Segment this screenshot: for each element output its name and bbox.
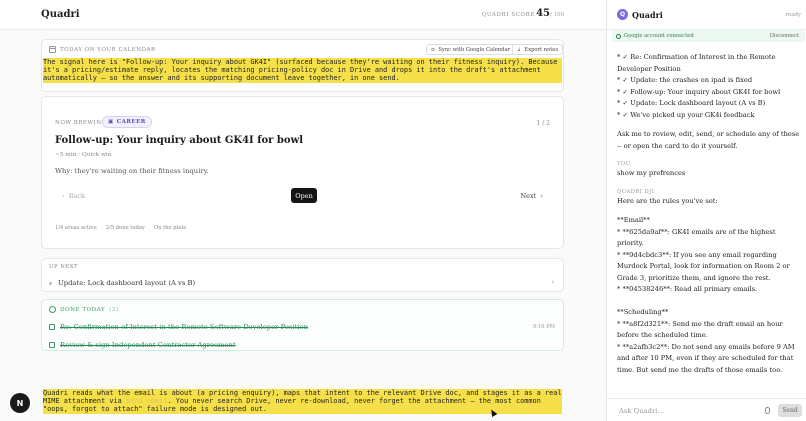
task-why: Why: they're waiting on their fitness in…	[55, 167, 209, 175]
score-value: 45	[536, 8, 550, 19]
sync-button-label: Sync with Google Calendar	[438, 46, 511, 53]
panel-header: Q Quadri ready	[607, 0, 806, 30]
google-connection-bar: Google account connected Disconnect	[612, 30, 805, 42]
chat-message-assistant: Ask me to review, edit, send, or schedul…	[617, 130, 802, 150]
briefcase-icon: ▣	[108, 119, 114, 125]
assistant-panel: Q Quadri ready Google account connected …	[606, 0, 806, 421]
connected-icon	[616, 33, 621, 39]
done-today-count: (2)	[109, 306, 119, 313]
done-item-text: Re: Confirmation of Interest in the Remo…	[60, 323, 309, 331]
task-title: Follow-up: Your inquiry about GK4I for b…	[55, 135, 303, 146]
career-tag-label: CAREER	[116, 119, 146, 125]
main-area: TODAY ON YOUR CALENDAR ⟳ Sync with Googl…	[0, 30, 606, 421]
check-circle-icon	[49, 306, 56, 313]
chat-sender-user: YOU	[617, 161, 631, 167]
avatar: Q	[617, 9, 628, 20]
send-button[interactable]: Send	[778, 404, 802, 417]
chevron-right-icon: ›	[540, 192, 543, 200]
annotation-bottom: Quadri reads what the email is about (a …	[43, 389, 562, 414]
done-today-card: DONE TODAY (2) Re: Confirmation of Inter…	[41, 299, 564, 351]
score-max: / 100	[549, 12, 564, 18]
up-next-item[interactable]: Update: Lock dashboard layout (A vs B)	[49, 279, 195, 287]
back-button[interactable]: ‹ Back	[62, 192, 85, 200]
document-icon	[49, 342, 55, 348]
calendar-header: TODAY ON YOUR CALENDAR	[49, 46, 156, 53]
download-icon: ⤓	[517, 46, 522, 53]
done-item-time: 9:16 PM	[532, 324, 555, 330]
task-stats: 1/4 areas active 2/5 done today On the p…	[55, 225, 186, 231]
mail-icon	[49, 324, 55, 330]
floating-n-button[interactable]: N	[10, 393, 30, 413]
now-brewing-card: NOW BREWING ▣ CAREER 1 / 2 Follow-up: Yo…	[41, 96, 564, 249]
up-next-item-text: Update: Lock dashboard layout (A vs B)	[58, 279, 196, 287]
next-label: Next	[520, 192, 537, 200]
assistant-name: Quadri	[632, 10, 663, 20]
microphone-icon[interactable]	[765, 407, 770, 414]
brand-logo[interactable]: Quadri	[41, 9, 80, 20]
done-today-header: DONE TODAY (2)	[49, 306, 119, 313]
now-brewing-label: NOW BREWING	[55, 120, 107, 126]
calendar-label: TODAY ON YOUR CALENDAR	[60, 46, 156, 53]
up-next-label: UP NEXT	[49, 264, 79, 270]
open-button[interactable]: Open	[291, 188, 317, 203]
chat-log: * ✓ Re: Confirmation of Interest in the …	[617, 52, 801, 376]
chat-message-assistant: * ✓ Re: Confirmation of Interest in the …	[617, 53, 781, 119]
stat-done: 2/5 done today	[105, 225, 145, 231]
sync-google-calendar-button[interactable]: ⟳ Sync with Google Calendar	[426, 44, 516, 55]
chat-sender-assistant: QUADRI dji	[617, 188, 655, 195]
task-meta: ~5 min · Quick win	[55, 152, 112, 158]
chat-message-user: show my prefrences	[617, 169, 686, 177]
next-button[interactable]: Next ›	[520, 192, 543, 200]
calendar-icon	[49, 46, 56, 53]
google-status: Google account connected	[624, 33, 694, 39]
export-button-label: Export notes	[524, 46, 559, 53]
bullet-icon	[49, 281, 52, 285]
done-item[interactable]: Re: Confirmation of Interest in the Remo…	[49, 323, 308, 331]
top-bar: Quadri QUADRI SCORE 45 / 100	[0, 0, 606, 30]
up-next-card[interactable]: UP NEXT Update: Lock dashboard layout (A…	[41, 258, 564, 292]
annotation-top: The signal here is "Follow-up: Your inqu…	[43, 58, 562, 83]
disconnect-button[interactable]: Disconnect	[770, 33, 799, 39]
card-pager: 1 / 2	[536, 120, 550, 127]
chat-message-rules: **Email** * **625da9af**: GK4I emails ar…	[617, 216, 795, 374]
done-item[interactable]: Review & sign Independent Contractor Agr…	[49, 341, 236, 349]
chevron-left-icon: ‹	[62, 192, 65, 200]
stat-plate: On the plate	[153, 225, 187, 231]
done-item-text: Review & sign Independent Contractor Agr…	[60, 341, 236, 349]
sync-icon: ⟳	[431, 46, 436, 53]
done-today-label: DONE TODAY	[60, 306, 106, 313]
chat-input-bar: Ask Quadri… Send	[607, 398, 806, 421]
export-notes-button[interactable]: ⤓ Export notes	[512, 44, 563, 55]
assistant-status: ready	[785, 12, 801, 18]
chat-message-assistant: Here are the rules you've set:	[617, 196, 718, 205]
stat-areas: 1/4 areas active	[55, 225, 97, 231]
chat-input[interactable]: Ask Quadri…	[619, 407, 664, 415]
score-label: QUADRI SCORE	[481, 12, 535, 18]
back-label: Back	[68, 192, 85, 200]
annotation-bottom-redacted: send_email	[125, 397, 168, 406]
career-tag: ▣ CAREER	[102, 116, 152, 128]
chevron-right-icon[interactable]: ›	[551, 278, 554, 286]
